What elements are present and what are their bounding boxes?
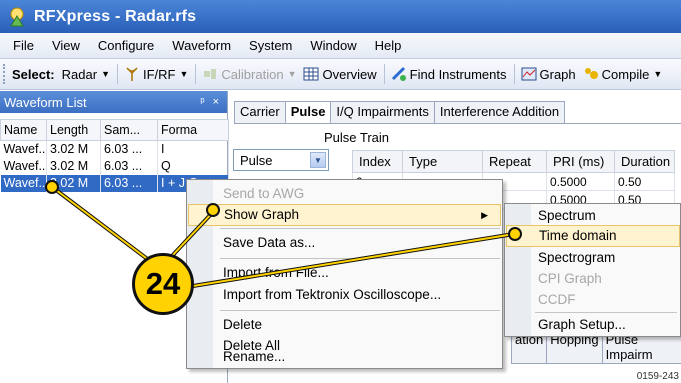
tab-pulse[interactable]: Pulse [284, 101, 332, 123]
menu-item-spectrum[interactable]: Spectrum [506, 205, 680, 227]
cell-length: 3.02 M [46, 140, 101, 158]
graph-icon [521, 67, 536, 81]
select-label: Select: [12, 66, 55, 82]
grid-icon [303, 67, 319, 81]
column-header-duration[interactable]: Duration [614, 150, 675, 173]
column-header-sample-rate[interactable]: Sam... [100, 119, 158, 141]
menu-item-spectrogram[interactable]: Spectrogram [506, 247, 680, 269]
chevron-down-icon: ▼ [179, 69, 189, 79]
menu-bar: File View Configure Waveform System Wind… [0, 33, 681, 59]
tab-divider [234, 123, 681, 124]
menu-item-rename[interactable]: Rename... [188, 346, 501, 368]
menu-item-import-from-file[interactable]: Import from File... [188, 262, 501, 284]
column-header-repeat[interactable]: Repeat [482, 150, 547, 173]
chevron-down-icon: ▼ [653, 69, 663, 79]
chevron-down-icon: ▼ [101, 69, 110, 79]
column-header-pri[interactable]: PRI (ms) [546, 150, 615, 173]
column-header-type[interactable]: Type [402, 150, 483, 173]
find-instruments-button[interactable]: Find Instruments [391, 66, 507, 82]
pulse-selector[interactable]: Pulse ▼ [233, 149, 329, 171]
compile-dropdown[interactable]: Compile ▼ [583, 66, 663, 82]
waveform-table-header: Name Length Sam... Forma [0, 119, 229, 141]
menu-waveform[interactable]: Waveform [163, 38, 240, 53]
cell-pri: 0.5000 [546, 172, 615, 191]
pulse-selector-value: Pulse [240, 152, 273, 168]
menu-item-label: Show Graph [224, 207, 300, 222]
chevron-down-icon: ▼ [287, 69, 297, 79]
pin-icon[interactable]: ᵖ [200, 96, 204, 108]
column-header-index[interactable]: Index [352, 150, 403, 173]
figure-id: 0159-243 [636, 371, 679, 382]
menu-item-delete[interactable]: Delete [188, 314, 501, 336]
menu-configure[interactable]: Configure [89, 38, 163, 53]
compile-icon [584, 68, 598, 79]
tab-interference-addition[interactable]: Interference Addition [433, 101, 566, 123]
menu-help[interactable]: Help [366, 38, 411, 53]
title-bar: RFXpress - Radar.rfs [0, 0, 681, 33]
menu-item-save-data-as[interactable]: Save Data as... [188, 232, 501, 254]
cell-sample-rate: 6.03 ... [100, 174, 158, 192]
menu-separator [220, 310, 500, 311]
cell-length: 3.02 M [46, 174, 101, 192]
tab-strip: Carrier Pulse I/Q Impairments Interferen… [234, 101, 566, 123]
callout-number-badge: 24 [132, 253, 194, 315]
menu-item-cpi-graph[interactable]: CPI Graph [506, 268, 680, 290]
menu-system[interactable]: System [240, 38, 301, 53]
show-graph-submenu: Spectrum Time domain Spectrogram CPI Gra… [504, 203, 681, 337]
close-icon[interactable]: × [213, 96, 219, 108]
table-row[interactable]: Wavef... 3.02 M 6.03 ... I [0, 140, 229, 158]
ifrf-dropdown[interactable]: IF/RF ▼ [124, 66, 188, 82]
waveform-list-title: Waveform List [4, 94, 87, 110]
graph-button[interactable]: Graph [521, 66, 576, 82]
menu-item-show-graph[interactable]: Show Graph ▶ [188, 204, 501, 226]
cell-format: I [157, 140, 229, 158]
table-row[interactable]: Wavef... 3.02 M 6.03 ... Q [0, 157, 229, 175]
cell-sample-rate: 6.03 ... [100, 140, 158, 158]
menu-view[interactable]: View [43, 38, 89, 53]
cell-format: Q [157, 157, 229, 175]
cell-duration: 0.50 [614, 172, 675, 191]
column-header-format[interactable]: Forma [157, 119, 229, 141]
tab-iq-impairments[interactable]: I/Q Impairments [330, 101, 435, 123]
window-title: RFXpress - Radar.rfs [34, 7, 197, 25]
column-header-length[interactable]: Length [46, 119, 101, 141]
toolbar: Select: Radar ▼ IF/RF ▼ Calibration ▼ Overv… [0, 59, 681, 90]
submenu-arrow-icon: ▶ [481, 210, 488, 220]
pulse-grid-header: Index Type Repeat PRI (ms) Duration [352, 150, 675, 173]
toolbar-grip[interactable] [3, 64, 7, 84]
menu-item-import-from-oscilloscope[interactable]: Import from Tektronix Oscilloscope... [188, 284, 501, 306]
menu-window[interactable]: Window [301, 38, 365, 53]
toolbar-separator [116, 64, 118, 84]
waveform-list-header: Waveform List ᵖ × [0, 91, 227, 113]
context-menu: Send to AWG Show Graph ▶ Save Data as...… [186, 179, 503, 369]
column-header-name[interactable]: Name [0, 119, 47, 141]
menu-item-graph-setup[interactable]: Graph Setup... [506, 314, 680, 336]
cell-length: 3.02 M [46, 157, 101, 175]
cell-name: Wavef... [0, 140, 47, 158]
menu-item-time-domain[interactable]: Time domain [506, 225, 680, 247]
overview-button[interactable]: Overview [303, 66, 377, 82]
menu-file[interactable]: File [4, 38, 43, 53]
cell-name: Wavef... [0, 157, 47, 175]
calibration-dropdown[interactable]: Calibration ▼ [202, 66, 296, 82]
cell-name: Wavef... [0, 174, 47, 192]
menu-separator [220, 258, 500, 259]
find-instruments-icon [391, 66, 406, 81]
cell-sample-rate: 6.03 ... [100, 157, 158, 175]
menu-separator [535, 312, 677, 313]
radar-dropdown[interactable]: Radar ▼ [62, 67, 110, 82]
toolbar-separator [195, 64, 197, 84]
calibration-icon [204, 69, 217, 79]
toolbar-separator [383, 64, 385, 84]
menu-item-ccdf[interactable]: CCDF [506, 289, 680, 311]
toolbar-separator [513, 64, 515, 84]
tab-carrier[interactable]: Carrier [234, 101, 286, 123]
pulse-train-label: Pulse Train [324, 130, 390, 145]
rfxpress-app-icon [10, 7, 24, 26]
chevron-down-icon[interactable]: ▼ [310, 152, 326, 168]
antenna-icon [126, 67, 138, 81]
menu-item-send-to-awg[interactable]: Send to AWG [188, 183, 501, 205]
menu-separator [220, 228, 500, 229]
